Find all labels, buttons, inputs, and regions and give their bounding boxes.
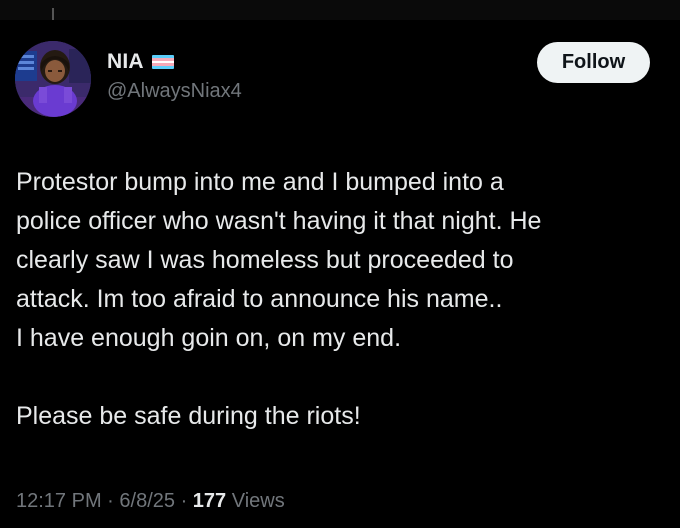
- follow-button[interactable]: Follow: [537, 42, 650, 83]
- top-bar: [0, 0, 680, 20]
- tweet-meta: 12:17 PM · 6/8/25 · 177 Views: [16, 490, 285, 513]
- tweet-time[interactable]: 12:17 PM: [16, 490, 102, 512]
- tweet-text: Protestor bump into me and I bumped into…: [16, 163, 666, 436]
- views-label: Views: [231, 490, 285, 512]
- flag-stripe: [151, 66, 174, 69]
- tweet-line: clearly saw I was homeless but proceeded…: [16, 246, 514, 274]
- meta-separator: ·: [180, 490, 193, 512]
- top-bar-mark: [52, 8, 54, 20]
- tweet-line: Protestor bump into me and I bumped into…: [16, 168, 504, 196]
- tweet-date[interactable]: 6/8/25: [119, 490, 175, 512]
- author-display-name[interactable]: NIA: [107, 50, 144, 74]
- tweet-closing-line: Please be safe during the riots!: [16, 402, 361, 430]
- meta-separator: ·: [107, 490, 120, 512]
- transgender-flag-icon: [151, 55, 174, 69]
- tweet-line: I have enough goin on, on my end.: [16, 324, 402, 352]
- author-name-row[interactable]: NIA: [107, 49, 174, 75]
- views-count: 177: [192, 490, 227, 512]
- author-handle[interactable]: @AlwaysNiax4: [107, 80, 242, 103]
- avatar-illustration: [15, 41, 91, 117]
- avatar[interactable]: [15, 41, 91, 117]
- tweet-line: police officer who wasn't having it that…: [16, 207, 542, 235]
- tweet-line: attack. Im too afraid to announce his na…: [16, 285, 503, 313]
